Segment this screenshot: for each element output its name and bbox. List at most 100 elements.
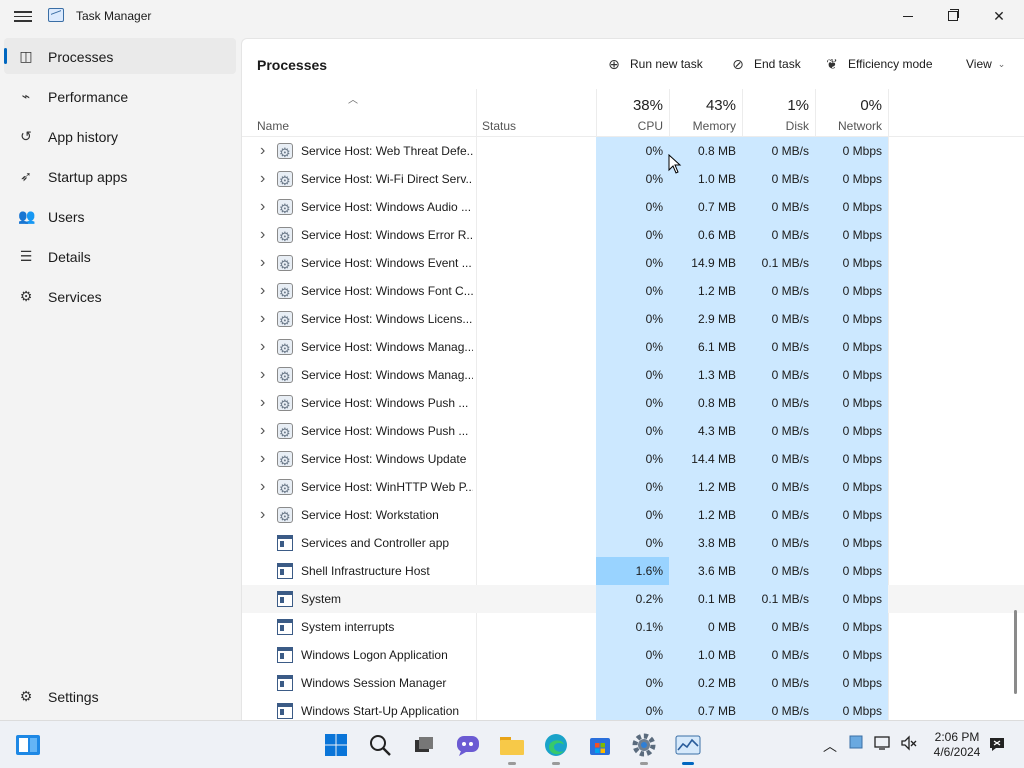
memory-cell: 1.0 MB <box>669 641 742 669</box>
edge-button[interactable] <box>542 731 570 765</box>
expand-chevron-icon[interactable]: › <box>260 445 265 473</box>
sidebar-item-users[interactable]: 👥 Users <box>4 198 236 234</box>
expand-chevron-icon[interactable]: › <box>260 361 265 389</box>
running-indicator <box>640 762 648 765</box>
memory-cell: 2.9 MB <box>669 305 742 333</box>
sidebar-item-performance[interactable]: ⌁ Performance <box>4 78 236 114</box>
process-row[interactable]: Windows Logon Application 0% 1.0 MB 0 MB/s 0… <box>242 641 1024 669</box>
process-row[interactable]: › Service Host: Windows Font C... 0%1.2 MB… <box>242 277 1024 307</box>
process-name-cell: System interrupts <box>242 613 476 641</box>
network-cell: 0 Mbps <box>815 361 888 389</box>
vertical-scrollbar[interactable] <box>1014 610 1017 694</box>
task-view-button[interactable] <box>410 731 438 759</box>
process-row[interactable]: Windows Session Manager 0% 0.2 MB 0 MB/s 0 M… <box>242 669 1024 697</box>
memory-total-pct: 43% <box>705 97 736 114</box>
column-header-network[interactable]: 0% Network <box>815 89 888 137</box>
process-row[interactable]: System 0.2% 0.1 MB 0.1 MB/s 0 Mbps <box>242 585 1024 613</box>
service-gear-icon <box>277 251 293 279</box>
sidebar-item-app-history[interactable]: ↺ App history <box>4 118 236 154</box>
search-button[interactable] <box>366 731 394 759</box>
efficiency-mode-button[interactable]: ❦ Efficiency mode <box>824 53 932 75</box>
process-row[interactable]: Windows Start-Up Application 0% 0.7 MB 0 MB… <box>242 697 1024 720</box>
process-row[interactable]: ›Service Host: Windows Push ...0%4.3 MB0… <box>242 417 1024 447</box>
process-name-cell: › Service Host: Windows Font C... <box>242 277 476 307</box>
process-name: Service Host: WinHTTP Web P... <box>301 480 473 494</box>
process-name-cell: Services and Controller app <box>242 529 476 557</box>
column-header-cpu[interactable]: 38% CPU <box>596 89 669 137</box>
process-row[interactable]: › Service Host: Windows Audio ... 0%0.7 MB… <box>242 193 1024 223</box>
show-hidden-icons-chevron-up-icon[interactable]: ︿ <box>823 736 837 756</box>
process-row[interactable]: ›Service Host: Wi-Fi Direct Serv...0%1.0… <box>242 165 1024 195</box>
expand-chevron-icon[interactable]: › <box>260 165 265 193</box>
run-new-task-button[interactable]: ⊕ Run new task <box>606 53 703 75</box>
task-manager-button[interactable] <box>674 731 702 765</box>
process-row[interactable]: › Service Host: Windows Error R... 0%0.6 M… <box>242 221 1024 251</box>
sidebar-item-processes[interactable]: ◫ Processes <box>4 38 236 74</box>
taskbar: ︿ 2:06 PM 4/6/2024 <box>0 720 1024 768</box>
process-status-cell <box>476 529 596 557</box>
restore-button[interactable] <box>930 0 976 32</box>
column-header-disk[interactable]: 1% Disk <box>742 89 815 137</box>
start-button[interactable] <box>322 731 350 759</box>
minimize-button[interactable] <box>885 0 931 32</box>
view-label: View <box>966 57 992 71</box>
process-row[interactable]: ›Service Host: Windows Push ...0%0.8 MB0… <box>242 389 1024 419</box>
sidebar-item-settings[interactable]: ⚙ Settings <box>4 678 236 714</box>
tray-app-icon[interactable] <box>849 735 863 752</box>
process-row[interactable]: Services and Controller app 0% 3.8 MB 0 MB/… <box>242 529 1024 557</box>
column-header-memory[interactable]: 43% Memory <box>669 89 742 137</box>
process-row[interactable]: ›Service Host: Windows Manag...0%6.1 MB0… <box>242 333 1024 363</box>
menu-hamburger-icon[interactable] <box>14 8 32 24</box>
expand-chevron-icon[interactable]: › <box>260 193 265 221</box>
process-row[interactable]: System interrupts 0.1% 0 MB 0 MB/s 0 Mbps <box>242 613 1024 641</box>
cpu-cell: 0% <box>596 641 669 669</box>
sidebar-item-label: Settings <box>48 689 99 705</box>
close-button[interactable]: ✕ <box>976 0 1022 32</box>
expand-chevron-icon[interactable]: › <box>260 473 265 501</box>
expand-chevron-icon[interactable]: › <box>260 305 265 333</box>
running-indicator <box>508 762 516 765</box>
sort-ascending-icon: ︿ <box>348 95 358 106</box>
service-gear-icon <box>277 447 293 475</box>
process-row[interactable]: ›Service Host: WinHTTP Web P...0%1.2 MB0… <box>242 473 1024 503</box>
expand-chevron-icon[interactable]: › <box>260 417 265 445</box>
process-status-cell <box>476 221 596 249</box>
column-label: CPU <box>637 119 663 133</box>
process-row[interactable]: ›Service Host: Web Threat Defe...0%0.8 M… <box>242 137 1024 167</box>
sidebar-item-startup-apps[interactable]: ➶ Startup apps <box>4 158 236 194</box>
memory-cell: 0 MB <box>669 613 742 641</box>
chat-button[interactable] <box>454 731 482 759</box>
column-header-status[interactable]: Status <box>476 89 596 137</box>
process-row[interactable]: ›Service Host: Windows Manag...0%1.3 MB0… <box>242 361 1024 391</box>
widgets-button[interactable] <box>14 731 42 759</box>
file-explorer-button[interactable] <box>498 731 526 765</box>
sidebar-item-details[interactable]: ☰ Details <box>4 238 236 274</box>
process-row[interactable]: Shell Infrastructure Host 1.6% 3.6 MB 0 MB/… <box>242 557 1024 585</box>
sidebar-item-services[interactable]: ⚙ Services <box>4 278 236 314</box>
expand-chevron-icon[interactable]: › <box>260 501 265 529</box>
expand-chevron-icon[interactable]: › <box>260 137 265 165</box>
disk-cell: 0 MB/s <box>742 473 815 501</box>
settings-app-button[interactable] <box>630 731 658 765</box>
process-row[interactable]: › Service Host: Windows Licens... 0%2.9 MB… <box>242 305 1024 335</box>
mouse-cursor-icon <box>668 154 682 174</box>
expand-chevron-icon[interactable]: › <box>260 277 265 305</box>
expand-chevron-icon[interactable]: › <box>260 249 265 277</box>
process-status-cell <box>476 249 596 277</box>
network-icon[interactable] <box>874 735 892 754</box>
expand-chevron-icon[interactable]: › <box>260 333 265 361</box>
app-window-icon <box>277 675 293 691</box>
process-row[interactable]: › Service Host: Workstation 0%1.2 MB0 MB/s… <box>242 501 1024 531</box>
notifications-icon[interactable] <box>988 735 1006 756</box>
expand-chevron-icon[interactable]: › <box>260 389 265 417</box>
store-button[interactable] <box>586 731 614 759</box>
expand-chevron-icon[interactable]: › <box>260 221 265 249</box>
end-task-button[interactable]: ⊘ End task <box>730 53 801 75</box>
column-header-name[interactable]: ︿ Name <box>242 89 476 137</box>
system-clock[interactable]: 2:06 PM 4/6/2024 <box>918 730 996 760</box>
process-row[interactable]: ›Service Host: Windows Update0%14.4 MB0 … <box>242 445 1024 475</box>
cpu-cell: 0% <box>596 305 669 333</box>
volume-muted-icon[interactable] <box>900 735 918 754</box>
process-row[interactable]: › Service Host: Windows Event ... 0%14.9 M… <box>242 249 1024 279</box>
view-menu-button[interactable]: View ⌄ <box>966 53 1005 75</box>
